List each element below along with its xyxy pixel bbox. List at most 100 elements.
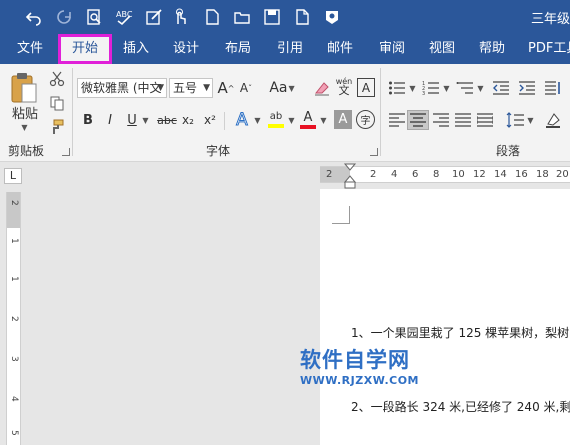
text-effects-dropdown[interactable]: ▼ bbox=[252, 110, 262, 130]
print-preview-icon[interactable] bbox=[84, 6, 104, 28]
shading-icon[interactable] bbox=[543, 110, 563, 130]
ruler-number: 18 bbox=[536, 169, 549, 180]
title-bar: ABC 三年级 bbox=[0, 0, 570, 34]
divider bbox=[224, 112, 225, 130]
superscript-button[interactable]: x² bbox=[202, 110, 218, 130]
clipboard-group-label: 剪贴板 bbox=[8, 144, 45, 158]
highlight-button[interactable]: ab bbox=[266, 108, 286, 132]
ruler-number: 20 bbox=[556, 169, 569, 180]
increase-indent-icon[interactable] bbox=[517, 78, 537, 98]
tab-references[interactable]: 引用 bbox=[270, 34, 310, 64]
distributed-icon[interactable] bbox=[475, 110, 495, 130]
ruler-number: 12 bbox=[473, 169, 486, 180]
shrink-font-label: A bbox=[239, 81, 249, 95]
bullets-dropdown[interactable]: ▼ bbox=[407, 78, 417, 98]
justify-icon[interactable] bbox=[453, 110, 473, 130]
text-effects-button[interactable]: A bbox=[232, 109, 252, 131]
font-group-label: 字体 bbox=[206, 144, 231, 158]
line-spacing-icon[interactable] bbox=[505, 110, 525, 130]
numbering-icon[interactable]: 123 bbox=[421, 78, 441, 98]
group-separator bbox=[380, 68, 381, 156]
paste-icon[interactable] bbox=[8, 70, 40, 106]
character-border-button[interactable]: A bbox=[357, 78, 375, 97]
underline-button[interactable]: U bbox=[124, 110, 140, 130]
ruler-number: 10 bbox=[452, 169, 465, 180]
svg-text:ABC: ABC bbox=[116, 10, 133, 19]
indent-marker-icon[interactable] bbox=[343, 163, 357, 189]
multilevel-list-icon[interactable] bbox=[455, 78, 475, 98]
clear-formatting-icon[interactable] bbox=[312, 78, 332, 98]
tab-layout[interactable]: 布局 bbox=[218, 34, 258, 64]
align-left-icon[interactable] bbox=[387, 110, 407, 130]
bold-button[interactable]: B bbox=[80, 110, 96, 130]
new-doc-icon[interactable] bbox=[202, 6, 222, 28]
document-line[interactable]: 2、一段路长 324 米,已经修了 240 米,剩下的 bbox=[351, 398, 570, 415]
spelling-icon[interactable]: ABC bbox=[114, 6, 134, 28]
tab-pdf-tools[interactable]: PDF工具 bbox=[528, 34, 570, 64]
font-size-combo[interactable]: 五号 ▼ bbox=[169, 78, 213, 98]
horizontal-ruler[interactable]: 2 2 4 6 8 10 12 14 16 18 20 bbox=[320, 166, 570, 183]
vertical-ruler[interactable]: 2 1 1 2 3 4 5 bbox=[6, 192, 21, 445]
redo-icon[interactable] bbox=[54, 6, 74, 28]
tab-home[interactable]: 开始 bbox=[58, 34, 112, 64]
ribbon-tabs: 文件 开始 插入 设计 布局 引用 邮件 审阅 视图 帮助 PDF工具 bbox=[0, 34, 570, 64]
file-icon[interactable] bbox=[292, 6, 312, 28]
tab-view[interactable]: 视图 bbox=[422, 34, 462, 64]
character-shading-button[interactable]: A bbox=[334, 110, 352, 129]
edit-icon[interactable] bbox=[144, 6, 164, 28]
chinese-layout-icon[interactable] bbox=[543, 78, 563, 98]
font-color-button[interactable]: A bbox=[298, 108, 318, 132]
highlight-dropdown[interactable]: ▼ bbox=[286, 110, 296, 130]
document-line[interactable]: 1、一个果园里栽了 125 棵苹果树，梨树的棵 bbox=[351, 324, 570, 341]
ruler-number: 5 bbox=[9, 430, 19, 436]
cut-icon[interactable] bbox=[48, 70, 66, 88]
settings-icon[interactable] bbox=[322, 6, 342, 28]
tab-design[interactable]: 设计 bbox=[166, 34, 206, 64]
watermark-logo: 软件自学网 bbox=[300, 348, 410, 372]
save-icon[interactable] bbox=[262, 6, 282, 28]
decrease-indent-icon[interactable] bbox=[491, 78, 511, 98]
phonetic-guide-button[interactable]: wén 文 bbox=[334, 74, 354, 98]
font-launcher[interactable] bbox=[370, 148, 378, 156]
align-center-icon[interactable] bbox=[407, 110, 429, 130]
format-painter-icon[interactable] bbox=[48, 118, 66, 136]
shrink-font-button[interactable]: Aˇ bbox=[238, 78, 254, 98]
touch-mode-icon[interactable] bbox=[170, 6, 190, 28]
copy-icon[interactable] bbox=[48, 94, 66, 112]
ruler-number: 2 bbox=[370, 169, 377, 180]
svg-text:3: 3 bbox=[422, 91, 425, 96]
multilevel-list-dropdown[interactable]: ▼ bbox=[475, 78, 485, 98]
bullets-icon[interactable] bbox=[387, 78, 407, 98]
line-spacing-dropdown[interactable]: ▼ bbox=[525, 110, 535, 130]
font-color-dropdown[interactable]: ▼ bbox=[318, 110, 328, 130]
underline-dropdown[interactable]: ▼ bbox=[140, 110, 150, 130]
change-case-button[interactable]: Aa ▼ bbox=[266, 78, 298, 98]
italic-button[interactable]: I bbox=[102, 110, 118, 130]
paste-button[interactable]: 粘贴 bbox=[8, 104, 42, 122]
tab-selector[interactable]: L bbox=[4, 168, 22, 184]
ruler-number: 14 bbox=[494, 169, 507, 180]
open-folder-icon[interactable] bbox=[232, 6, 252, 28]
highlight-label: ab bbox=[269, 111, 283, 122]
numbering-dropdown[interactable]: ▼ bbox=[441, 78, 451, 98]
subscript-button[interactable]: x₂ bbox=[180, 110, 196, 130]
tab-insert[interactable]: 插入 bbox=[116, 34, 156, 64]
ruler-number: 2 bbox=[9, 316, 19, 322]
enclose-characters-button[interactable]: 字 bbox=[356, 110, 375, 129]
font-color-label: A bbox=[303, 110, 313, 125]
clipboard-launcher[interactable] bbox=[62, 148, 70, 156]
grow-font-button[interactable]: A ^ bbox=[218, 78, 235, 98]
paragraph-group-label: 段落 bbox=[496, 144, 521, 158]
tab-mailings[interactable]: 邮件 bbox=[320, 34, 360, 64]
undo-icon[interactable] bbox=[24, 6, 44, 28]
paste-dropdown[interactable]: ▼ bbox=[18, 122, 30, 132]
ruler-number: 4 bbox=[391, 169, 398, 180]
font-name-combo[interactable]: 微软雅黑 (中文 ▼ bbox=[77, 78, 167, 98]
align-right-icon[interactable] bbox=[431, 110, 451, 130]
tab-file[interactable]: 文件 bbox=[8, 34, 52, 64]
ruler-number: 3 bbox=[9, 356, 19, 362]
watermark-url: WWW.RJZXW.COM bbox=[300, 374, 419, 387]
tab-help[interactable]: 帮助 bbox=[472, 34, 512, 64]
strikethrough-button[interactable]: abc bbox=[156, 110, 178, 130]
tab-review[interactable]: 审阅 bbox=[372, 34, 412, 64]
